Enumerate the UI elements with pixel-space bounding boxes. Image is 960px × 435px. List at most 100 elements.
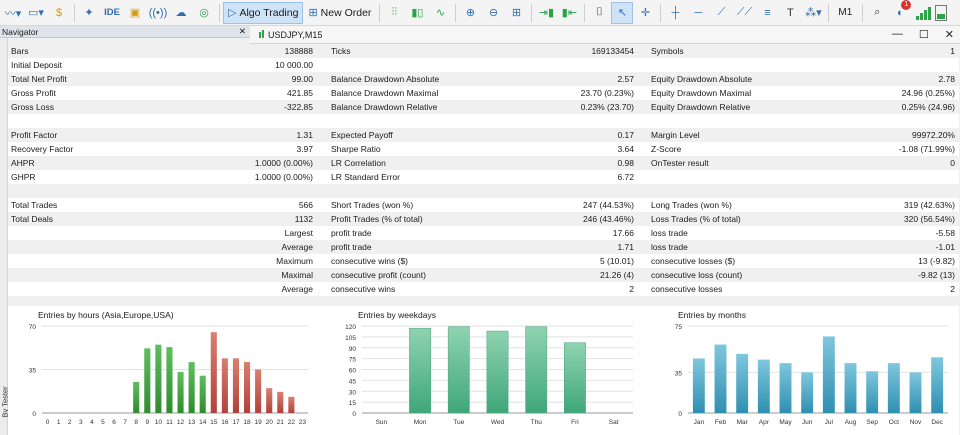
- chart-bar: [221, 358, 228, 413]
- navigator-header: Navigator ✕: [0, 26, 250, 38]
- report-row: Total Net Profit 99.00 Balance Drawdown Ab…: [8, 72, 959, 86]
- report-value: 10 000.00: [275, 60, 313, 70]
- report-value: 17.66: [612, 228, 634, 238]
- report-value: 1: [950, 46, 955, 56]
- report-row: Total Deals 1132 Profit Trades (% of total…: [8, 212, 959, 226]
- chart-panel: Entries by hours (Asia,Europe,USA) 70 35 0 0…: [8, 306, 318, 435]
- shopping-bag-icon[interactable]: ▣: [124, 2, 146, 24]
- sparkle-icon[interactable]: ✦: [78, 2, 100, 24]
- autoscroll-icon[interactable]: ⇥▮: [535, 2, 557, 24]
- report-value: 169133454: [591, 46, 634, 56]
- notifications-icon[interactable]: ◐ 1: [889, 0, 912, 24]
- toolbar-separator: [531, 3, 533, 22]
- chart-tab-usdjpy[interactable]: USDJPY,M15: [258, 29, 323, 40]
- dollar-icon[interactable]: $: [48, 2, 70, 24]
- report-value: 246 (43.46%): [582, 214, 634, 224]
- connection-signal-icon: [916, 6, 932, 20]
- x-tick-label: 8: [134, 419, 138, 426]
- cursor-icon[interactable]: ↖: [611, 1, 634, 24]
- y-tick-label: 60: [349, 368, 357, 375]
- y-tick-label: 90: [349, 346, 357, 353]
- report-value: [708, 114, 955, 128]
- cloud-icon[interactable]: ☁: [170, 2, 192, 24]
- x-tick-label: 7: [123, 419, 127, 426]
- report-value: 1.0000 (0.00%): [254, 158, 313, 168]
- bar-chart-icon[interactable]: ⫶⫶: [383, 2, 405, 24]
- x-tick-label: 2: [68, 419, 72, 426]
- chart-bar: [177, 371, 184, 413]
- chart-bar: [779, 363, 792, 413]
- x-tick-label: Jun: [802, 419, 813, 426]
- report-value: 0.17: [617, 130, 634, 140]
- x-tick-label: May: [779, 419, 792, 426]
- new-order-label: New Order: [320, 6, 372, 19]
- text-tool-icon[interactable]: T: [779, 2, 801, 24]
- channel-icon[interactable]: ⟋⟋: [733, 2, 755, 24]
- x-tick-label: Jul: [825, 419, 834, 426]
- vertical-line-icon[interactable]: ┼: [664, 2, 686, 24]
- minimize-icon[interactable]: —: [892, 28, 903, 41]
- fibonacci-icon[interactable]: ≡: [756, 2, 778, 24]
- line-chart-icon[interactable]: ∿: [429, 2, 451, 24]
- chart-bar: [866, 371, 879, 413]
- zoom-in-icon[interactable]: ⊕: [459, 2, 481, 24]
- report-row: Total Trades 566 Short Trades (won %) 247 (…: [8, 198, 959, 212]
- zoom-out-icon[interactable]: ⊖: [482, 2, 504, 24]
- report-row: Profit Factor 1.31 Expected Payoff 0.17 Marg…: [8, 128, 959, 142]
- chart-bar: [931, 357, 944, 413]
- report-value: Maximum: [276, 256, 313, 266]
- algo-trading-button[interactable]: ▷ Algo Trading: [223, 1, 304, 24]
- report-value: 319 (42.63%): [903, 200, 955, 210]
- chart-tab-label: USDJPY,M15: [268, 29, 323, 40]
- screenshot-icon[interactable]: ⌷: [588, 2, 610, 24]
- report-value: [708, 170, 955, 184]
- report-value: 0.98: [617, 158, 634, 168]
- report-value: 138888: [284, 46, 313, 56]
- x-tick-label: Mon: [414, 419, 427, 426]
- timeframe-button[interactable]: M1: [832, 2, 858, 24]
- chart-bar: [144, 348, 151, 413]
- report-value: 99972.20%: [911, 130, 955, 140]
- navigator-close-icon[interactable]: ✕: [239, 26, 246, 37]
- ide-button[interactable]: IDE: [101, 2, 123, 24]
- report-value: 1.0000 (0.00%): [254, 172, 313, 182]
- candlestick-icon[interactable]: ▮▯: [406, 2, 428, 24]
- report-value: 2.57: [617, 74, 634, 84]
- shapes-icon[interactable]: ⁂▾: [802, 2, 824, 24]
- report-row: Initial Deposit 10 000.00: [8, 58, 959, 72]
- chart-bar: [166, 347, 173, 413]
- trendline-icon[interactable]: ⟋: [710, 2, 732, 24]
- x-tick-label: Thu: [531, 419, 543, 426]
- report-value: 23.70 (0.23%): [580, 88, 634, 98]
- chart-bar: [822, 336, 835, 413]
- new-order-button[interactable]: ⊞ New Order: [304, 2, 375, 24]
- report-value: [708, 184, 955, 198]
- vps-icon[interactable]: ◎: [193, 2, 215, 24]
- maximize-icon[interactable]: ☐: [919, 28, 929, 41]
- crosshair-icon[interactable]: ✛: [634, 2, 656, 24]
- report-row: Average consecutive wins 2 consecutive loss…: [8, 282, 959, 296]
- chart-type-icon[interactable]: 〰▾: [2, 2, 24, 24]
- report-value: -1.01: [935, 242, 955, 252]
- templates-icon[interactable]: ▭▾: [25, 2, 47, 24]
- chart-shift-icon[interactable]: ▮⇤: [558, 2, 580, 24]
- report-value: 2: [950, 284, 955, 294]
- battery-icon: [935, 4, 948, 21]
- y-tick-label: 45: [349, 378, 357, 385]
- x-tick-label: Aug: [845, 419, 857, 426]
- search-icon[interactable]: ⌕: [866, 2, 888, 24]
- report-value: 13 (-9.82): [918, 256, 955, 266]
- report-row: Maximal consecutive profit (count) 21.26 (…: [8, 268, 959, 282]
- y-tick-label: 75: [349, 357, 357, 364]
- chart-bar: [736, 353, 749, 413]
- signals-icon[interactable]: ((•)): [147, 2, 169, 24]
- grid-icon[interactable]: ⊞: [505, 2, 527, 24]
- x-tick-label: 13: [188, 419, 196, 426]
- close-icon[interactable]: ✕: [945, 28, 954, 41]
- y-tick-label: 15: [349, 400, 357, 407]
- horizontal-line-icon[interactable]: ─: [687, 2, 709, 24]
- toolbar-separator: [74, 3, 75, 22]
- report-value: Average: [281, 284, 313, 294]
- report-value: 0.23% (23.70): [580, 102, 634, 112]
- report-value: 320 (56.54%): [903, 214, 955, 224]
